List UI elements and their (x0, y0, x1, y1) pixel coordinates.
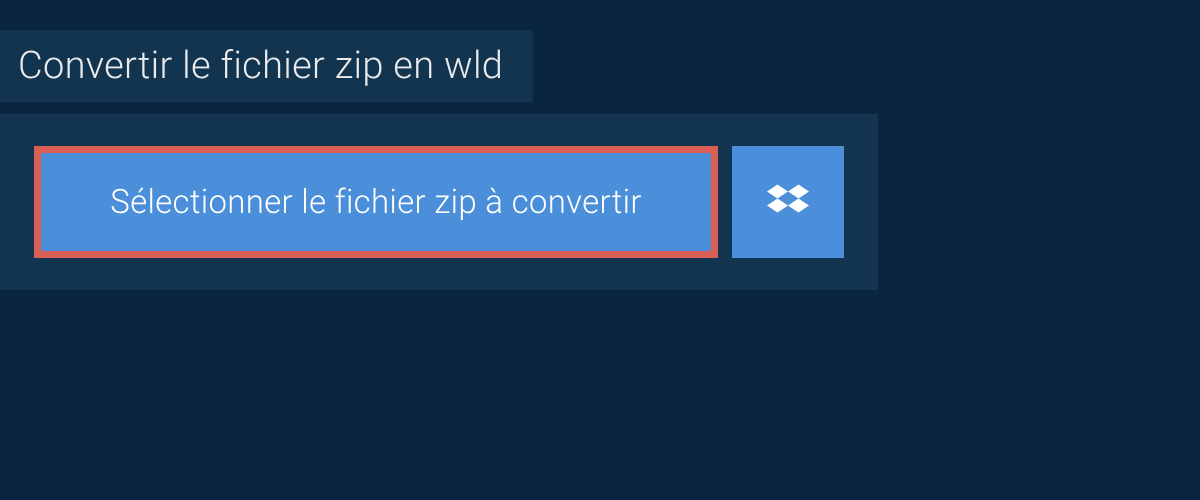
button-row: Sélectionner le fichier zip à convertir (34, 146, 844, 258)
dropbox-button[interactable] (732, 146, 844, 258)
select-file-button[interactable]: Sélectionner le fichier zip à convertir (34, 146, 718, 258)
dropbox-icon (767, 181, 809, 223)
upload-panel: Sélectionner le fichier zip à convertir (0, 114, 878, 290)
heading-container: Convertir le fichier zip en wld (0, 30, 533, 102)
select-file-button-label: Sélectionner le fichier zip à convertir (110, 183, 642, 222)
page-title: Convertir le fichier zip en wld (18, 44, 503, 88)
